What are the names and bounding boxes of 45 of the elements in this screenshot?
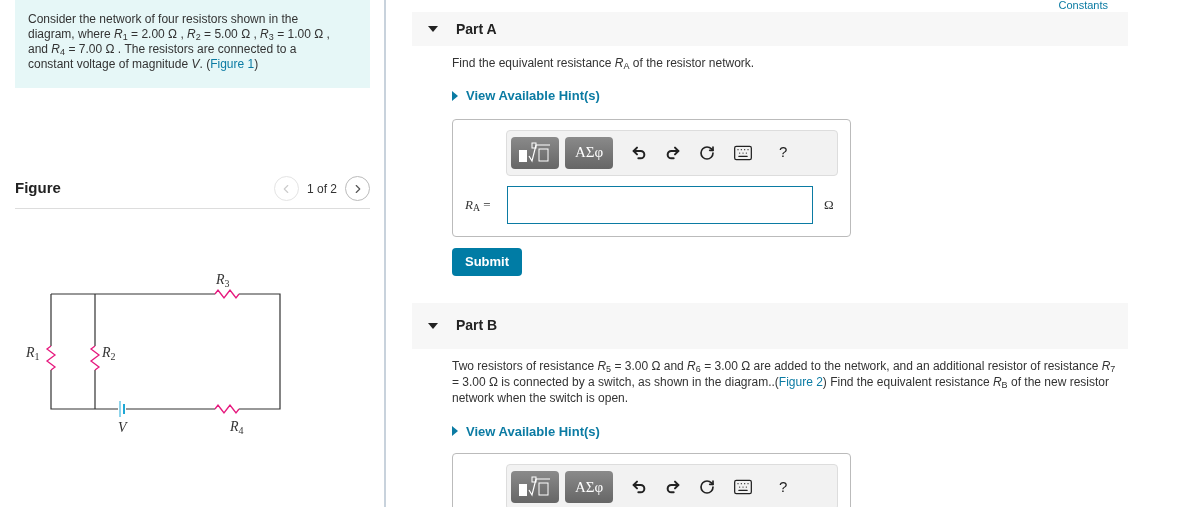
reset-icon[interactable]	[699, 479, 715, 495]
submit-button[interactable]: Submit	[452, 247, 522, 276]
resistor-zigzag	[45, 345, 57, 371]
undo-icon[interactable]	[631, 479, 647, 495]
part-header[interactable]: Part B	[412, 302, 1128, 349]
part-title: Part B	[456, 316, 498, 335]
answer-field[interactable]	[507, 185, 813, 224]
figure-link[interactable]: Figure 2	[778, 374, 823, 389]
resistor-zigzag	[89, 345, 101, 371]
caret-icon	[452, 90, 458, 101]
undo-icon[interactable]	[631, 144, 647, 161]
question-text: Find the equivalent resistance R$_{A}$ of the resistor network.	[452, 56, 756, 71]
resistor-zigzag	[214, 403, 240, 415]
square-root-icon	[517, 476, 553, 498]
intro-text: Consider the network of four resistors shown in the diagram, where R$_{1}$ = 2.00 Ω , R$_{2}$ = 5.00 Ω , R$_{3}$ = 1.00 Ω , and R$_{4}$ = 7.00 Ω . The resistors are connected to a constant voltage of magnitude V. (Figure 1)	[28, 12, 331, 72]
figure-link[interactable]: Figure 1	[210, 57, 255, 71]
symbols-button[interactable]: ΑΣφ	[565, 471, 613, 503]
circuit-label: R$_{3}$	[216, 272, 230, 289]
question-text: Two resistors of resistance R$_{5}$ = 3.00 Ω and R$_{6}$ = 3.00 Ω are added to the network, and an additional resistor of resistance R$_{7}$ = 3.00 Ω is connected by a switch, as shown in the diagram..(Figure 2) Find the equivalent resistance R$_{B}$ of the new resistor network when the switch is open.	[452, 357, 1117, 406]
figure-title: Figure	[15, 178, 61, 199]
circuit-label: R$_{4}$	[230, 419, 244, 436]
circuit-label: R$_{1}$	[26, 345, 40, 362]
circuit-label: R$_{2}$	[102, 345, 116, 362]
redo-icon[interactable]	[665, 479, 681, 495]
battery-icon	[119, 400, 125, 418]
template-button[interactable]	[511, 471, 559, 503]
figure-counter: 1 of 2	[306, 180, 337, 198]
reset-icon[interactable]	[699, 144, 715, 161]
square-root-icon	[517, 141, 553, 164]
resistor-zigzag	[214, 288, 240, 300]
circuit-label: V	[118, 420, 127, 435]
part-header[interactable]: Part A	[412, 12, 1128, 46]
template-button[interactable]	[511, 136, 559, 169]
redo-icon[interactable]	[665, 144, 681, 161]
caret-icon	[452, 426, 458, 437]
symbols-button[interactable]: ΑΣφ	[565, 136, 613, 169]
help-button[interactable]: ?	[771, 141, 796, 164]
part-title: Part A	[456, 19, 497, 39]
constants-link[interactable]: Constants	[1058, 0, 1108, 10]
answer-label: R$_{A}$ =	[465, 195, 492, 215]
help-button[interactable]: ?	[771, 475, 796, 499]
unit-label: Ω	[824, 195, 834, 214]
hint-toggle[interactable]: View Available Hint(s)	[452, 86, 600, 106]
hint-toggle[interactable]: View Available Hint(s)	[452, 421, 600, 441]
keyboard-icon[interactable]	[733, 477, 753, 497]
